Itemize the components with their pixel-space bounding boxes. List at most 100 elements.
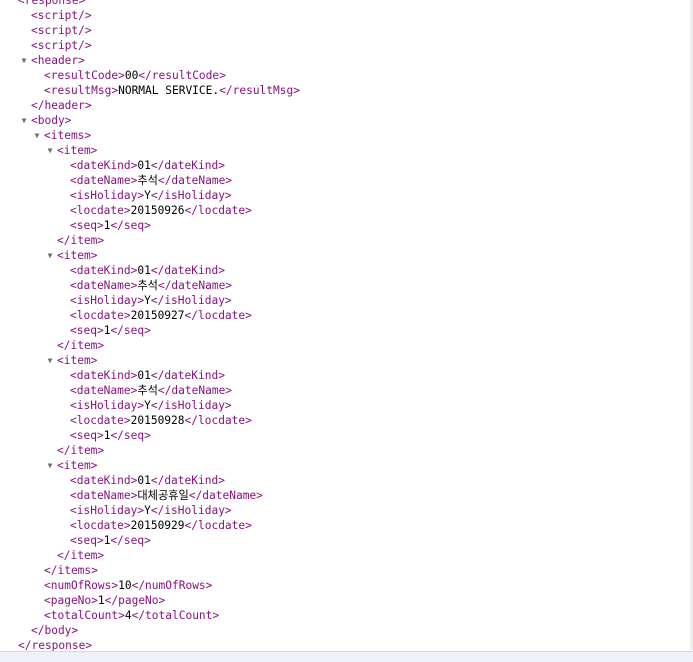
xml-open-tag: <dateName>	[70, 384, 138, 397]
xml-tag: </item>	[57, 234, 105, 247]
xml-open-tag: <totalCount>	[44, 609, 125, 622]
xml-tag: <header>	[31, 54, 85, 67]
xml-close-tag: </dateKind>	[150, 474, 225, 487]
xml-line: <script/>	[0, 38, 693, 53]
xml-close-tag: </isHoliday>	[150, 399, 232, 412]
xml-tag: </item>	[57, 339, 105, 352]
xml-tag: <script/>	[31, 9, 92, 22]
xml-line: ▼ <item>	[0, 248, 693, 263]
xml-open-tag: <resultCode>	[44, 69, 125, 82]
xml-text-value: 1	[97, 594, 105, 607]
status-bar	[0, 651, 693, 662]
collapse-toggle-icon[interactable]: ▼	[19, 113, 29, 128]
xml-open-tag: <isHoliday>	[70, 399, 145, 412]
collapse-toggle-icon[interactable]: ▼	[45, 458, 55, 473]
collapse-toggle-icon[interactable]: ▼	[32, 128, 42, 143]
xml-open-tag: <isHoliday>	[70, 189, 145, 202]
xml-line: <dateName>추석</dateName>	[0, 383, 693, 398]
xml-open-tag: <pageNo>	[44, 594, 98, 607]
xml-text-value: Y	[144, 399, 151, 412]
xml-close-tag: </resultCode>	[138, 69, 226, 82]
xml-line: </item>	[0, 443, 693, 458]
xml-line: <isHoliday>Y</isHoliday>	[0, 398, 693, 413]
xml-text-value: 20150927	[130, 309, 185, 322]
xml-close-tag: </locdate>	[184, 204, 252, 217]
xml-line: <resultMsg>NORMAL SERVICE.</resultMsg>	[0, 83, 693, 98]
xml-line: <script/>	[0, 8, 693, 23]
xml-text-value: 추석	[137, 279, 158, 292]
xml-open-tag: <dateKind>	[70, 264, 138, 277]
xml-close-tag: </isHoliday>	[150, 294, 232, 307]
xml-line: <dateName>추석</dateName>	[0, 173, 693, 188]
xml-close-tag: </numOfRows>	[131, 579, 213, 592]
xml-line: <dateName>대체공휴일</dateName>	[0, 488, 693, 503]
xml-close-tag: </pageNo>	[104, 594, 166, 607]
xml-line: ▼ <item>	[0, 143, 693, 158]
xml-open-tag: <locdate>	[70, 414, 131, 427]
xml-close-tag: </dateKind>	[150, 159, 225, 172]
xml-open-tag: <dateKind>	[70, 369, 138, 382]
xml-line: </item>	[0, 233, 693, 248]
collapse-toggle-icon[interactable]: ▼	[45, 143, 55, 158]
xml-open-tag: <isHoliday>	[70, 504, 145, 517]
xml-close-tag: </seq>	[110, 324, 151, 337]
xml-line: </items>	[0, 563, 693, 578]
xml-line: <seq>1</seq>	[0, 323, 693, 338]
xml-close-tag: </locdate>	[184, 519, 252, 532]
xml-open-tag: <dateKind>	[70, 474, 138, 487]
xml-text-value: 4	[124, 609, 132, 622]
xml-close-tag: </isHoliday>	[150, 189, 232, 202]
xml-close-tag: </locdate>	[184, 414, 252, 427]
xml-line: <isHoliday>Y</isHoliday>	[0, 188, 693, 203]
xml-text-value: 01	[137, 474, 151, 487]
xml-close-tag: </seq>	[110, 219, 151, 232]
xml-open-tag: <isHoliday>	[70, 294, 145, 307]
xml-text-value: 20150928	[130, 414, 185, 427]
xml-tag: <item>	[57, 249, 98, 262]
xml-close-tag: </seq>	[110, 534, 151, 547]
xml-line: <numOfRows>10</numOfRows>	[0, 578, 693, 593]
xml-line: <isHoliday>Y</isHoliday>	[0, 503, 693, 518]
xml-text-value: 00	[124, 69, 139, 82]
collapse-toggle-icon[interactable]: ▼	[45, 248, 55, 263]
xml-line: <script/>	[0, 23, 693, 38]
xml-line: <response>	[0, 0, 693, 8]
xml-open-tag: <locdate>	[70, 204, 131, 217]
xml-line: <resultCode>00</resultCode>	[0, 68, 693, 83]
xml-line: ▼ <items>	[0, 128, 693, 143]
xml-text-value: 대체공휴일	[137, 489, 189, 502]
xml-line: <totalCount>4</totalCount>	[0, 608, 693, 623]
xml-line: <locdate>20150926</locdate>	[0, 203, 693, 218]
xml-open-tag: <locdate>	[70, 519, 131, 532]
collapse-toggle-icon[interactable]: ▼	[19, 53, 29, 68]
xml-line: <dateKind>01</dateKind>	[0, 368, 693, 383]
xml-tag: <item>	[57, 354, 98, 367]
xml-line: <dateKind>01</dateKind>	[0, 263, 693, 278]
xml-open-tag: <seq>	[70, 534, 104, 547]
xml-text-value: 01	[137, 159, 151, 172]
xml-text-value: 20150926	[130, 204, 185, 217]
collapse-toggle-icon[interactable]: ▼	[45, 353, 55, 368]
xml-text-value: 01	[137, 264, 151, 277]
xml-close-tag: </locdate>	[184, 309, 252, 322]
xml-text-value: 10	[118, 579, 132, 592]
xml-close-tag: </dateName>	[157, 384, 233, 397]
xml-viewer: <response> <script/> <script/> <script/> ▼ <h…	[0, 0, 693, 653]
xml-close-tag: </dateKind>	[150, 264, 225, 277]
xml-text-value: NORMAL SERVICE.	[118, 84, 220, 97]
xml-line: ▼ <header>	[0, 53, 693, 68]
xml-text-value: Y	[144, 189, 151, 202]
xml-close-tag: </dateName>	[188, 489, 263, 502]
xml-line: </item>	[0, 338, 693, 353]
xml-close-tag: </dateName>	[157, 174, 233, 187]
xml-tag: </item>	[57, 444, 105, 457]
xml-tag: <script/>	[31, 39, 92, 52]
xml-tag: </item>	[57, 549, 105, 562]
xml-line: <pageNo>1</pageNo>	[0, 593, 693, 608]
xml-open-tag: <dateName>	[70, 174, 138, 187]
xml-line: <locdate>20150929</locdate>	[0, 518, 693, 533]
xml-line: <dateKind>01</dateKind>	[0, 473, 693, 488]
xml-text-value: 01	[137, 369, 151, 382]
xml-tag: </header>	[31, 99, 92, 112]
xml-text-value: Y	[144, 504, 151, 517]
